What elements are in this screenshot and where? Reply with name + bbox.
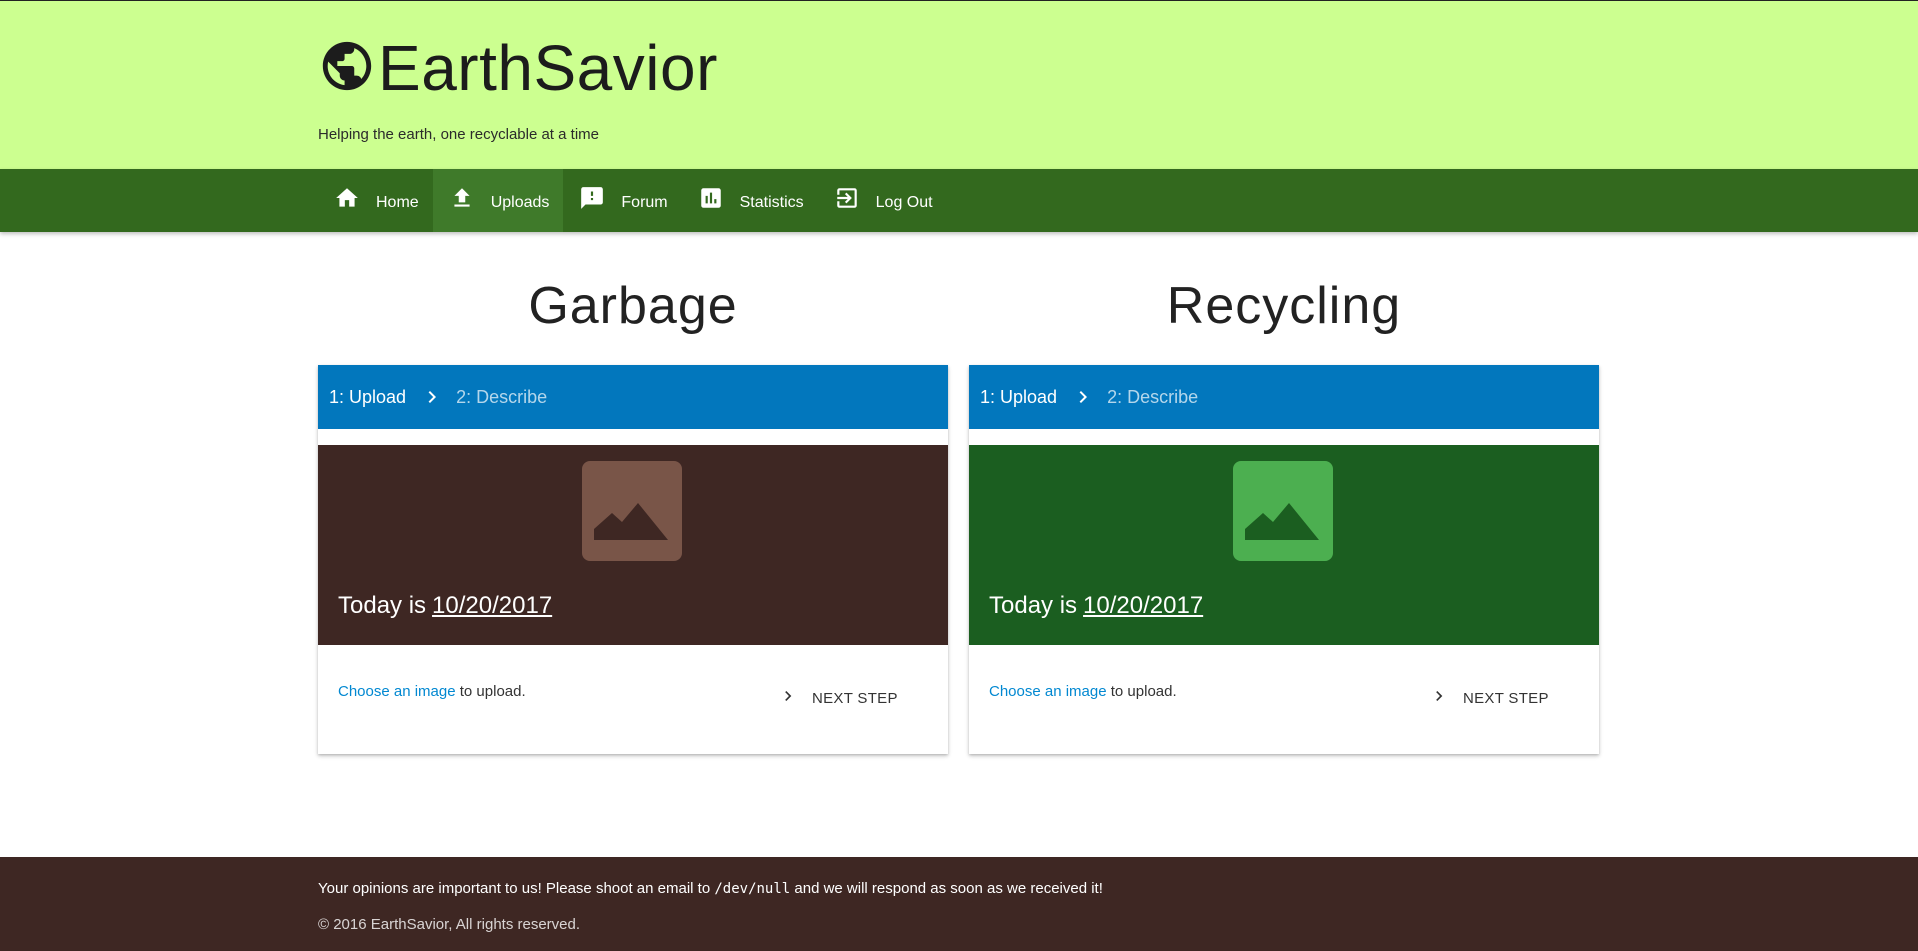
nav-label: Statistics — [739, 193, 804, 211]
nav-item-log-out[interactable]: Log Out — [818, 169, 947, 232]
footer-message-after: and we will respond as soon as we receiv… — [794, 880, 1103, 897]
choose-image-text: Choose an image to upload. — [989, 683, 1177, 700]
recycling-media: Today is 10/20/2017 — [969, 445, 1599, 645]
upload-icon — [449, 185, 475, 216]
garbage-media: Today is 10/20/2017 — [318, 445, 948, 645]
step-upload[interactable]: 1: Upload — [329, 387, 406, 408]
chevron-right-icon — [420, 385, 444, 409]
date-picker[interactable]: 10/20/2017 — [432, 592, 552, 619]
recycling-card-actions: Choose an image to upload. NEXT STEP — [969, 645, 1599, 754]
nav-label: Forum — [621, 193, 668, 211]
brand[interactable]: EarthSavior — [318, 31, 718, 105]
garbage-stepper: 1: Upload 2: Describe — [318, 365, 948, 429]
choose-image-link[interactable]: Choose an image — [338, 683, 456, 700]
nav-label: Log Out — [875, 193, 933, 211]
today-prefix: Today is — [338, 592, 427, 619]
nav-label: Home — [376, 193, 419, 211]
step-describe[interactable]: 2: Describe — [456, 387, 547, 408]
nav-label: Uploads — [490, 193, 550, 211]
garbage-column: Garbage 1: Upload 2: Describe Today is 10… — [318, 232, 948, 754]
feedback-icon — [579, 185, 605, 216]
garbage-card-actions: Choose an image to upload. NEXT STEP — [318, 645, 948, 754]
exit-icon — [834, 185, 860, 216]
next-step-button[interactable]: NEXT STEP — [778, 683, 898, 713]
recycling-column: Recycling 1: Upload 2: Describe Today is… — [969, 232, 1599, 754]
image-placeholder-icon[interactable] — [582, 461, 682, 561]
today-label: Today is 10/20/2017 — [338, 592, 552, 620]
next-step-label: NEXT STEP — [812, 689, 898, 707]
step-describe[interactable]: 2: Describe — [1107, 387, 1198, 408]
main-nav: Home Uploads Forum Statistics Log Out — [0, 169, 1918, 232]
footer-message: Your opinions are important to us! Pleas… — [318, 880, 1103, 897]
image-placeholder-icon[interactable] — [1233, 461, 1333, 561]
today-prefix: Today is — [989, 592, 1078, 619]
footer-message-before: Your opinions are important to us! Pleas… — [318, 880, 711, 897]
next-step-label: NEXT STEP — [1463, 689, 1549, 707]
home-icon — [334, 185, 360, 216]
globe-icon — [318, 37, 376, 100]
bar-chart-icon — [698, 185, 724, 216]
recycling-upload-card: 1: Upload 2: Describe Today is 10/20/2017… — [969, 365, 1599, 754]
choose-suffix: to upload. — [1110, 683, 1177, 700]
choose-suffix: to upload. — [459, 683, 526, 700]
step-upload[interactable]: 1: Upload — [980, 387, 1057, 408]
chevron-right-icon — [778, 686, 812, 710]
site-footer: Your opinions are important to us! Pleas… — [0, 857, 1918, 951]
site-header: EarthSavior Helping the earth, one recyc… — [0, 0, 1918, 169]
brand-name: EarthSavior — [378, 32, 718, 104]
footer-email-code: /dev/null — [714, 881, 791, 897]
nav-item-statistics[interactable]: Statistics — [682, 169, 818, 232]
tagline: Helping the earth, one recyclable at a t… — [318, 126, 599, 143]
next-step-button[interactable]: NEXT STEP — [1429, 683, 1549, 713]
choose-image-link[interactable]: Choose an image — [989, 683, 1107, 700]
nav-item-uploads[interactable]: Uploads — [432, 169, 564, 232]
chevron-right-icon — [1429, 686, 1463, 710]
recycling-title: Recycling — [1166, 277, 1402, 335]
date-picker[interactable]: 10/20/2017 — [1083, 592, 1203, 619]
nav-item-forum[interactable]: Forum — [563, 169, 681, 232]
choose-image-text: Choose an image to upload. — [338, 683, 526, 700]
today-label: Today is 10/20/2017 — [989, 592, 1203, 620]
chevron-right-icon — [1071, 385, 1095, 409]
copyright: © 2016 EarthSavior, All rights reserved. — [318, 916, 581, 933]
nav-item-home[interactable]: Home — [318, 169, 433, 232]
recycling-stepper: 1: Upload 2: Describe — [969, 365, 1599, 429]
garbage-title: Garbage — [528, 277, 738, 335]
garbage-upload-card: 1: Upload 2: Describe Today is 10/20/2017… — [318, 365, 948, 754]
